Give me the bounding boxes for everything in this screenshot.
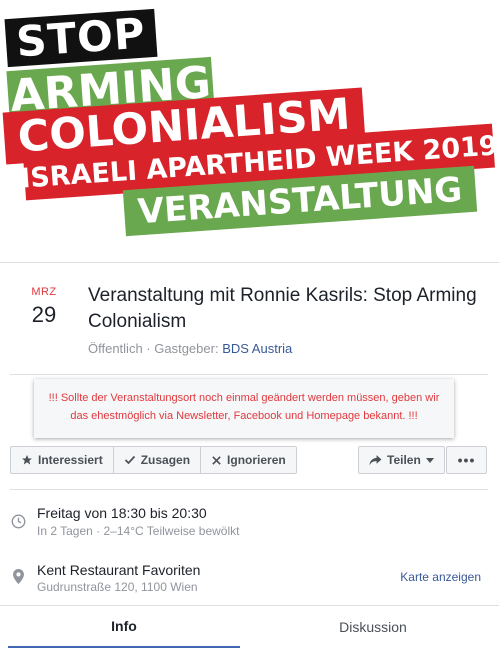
event-day: 29: [31, 302, 57, 327]
event-time-details: In 2 Tagen · 2–14°C Teilweise bewölkt: [37, 524, 240, 538]
meta-separator: ·: [142, 341, 155, 356]
event-notice: !!! Sollte der Veranstaltungsort noch ei…: [34, 379, 454, 438]
ignore-button[interactable]: Ignorieren: [201, 447, 296, 473]
interested-label: Interessiert: [38, 453, 103, 467]
divider: [10, 374, 488, 375]
event-visibility: Öffentlich: [88, 341, 143, 356]
divider: [0, 262, 499, 263]
event-meta: Öffentlich · Gastgeber: BDS Austria: [88, 341, 292, 356]
close-icon: [212, 455, 221, 465]
venue-name[interactable]: Kent Restaurant Favoriten: [37, 562, 200, 578]
going-label: Zusagen: [140, 453, 191, 467]
event-month: MRZ: [31, 286, 57, 298]
checkmark-icon: [124, 455, 135, 465]
venue-address: Gudrunstraße 120, 1100 Wien: [37, 580, 198, 594]
star-icon: [22, 455, 32, 465]
share-arrow-icon: [369, 455, 382, 466]
share-button[interactable]: Teilen: [358, 446, 445, 474]
event-title: Veranstaltung mit Ronnie Kasrils: Stop A…: [88, 285, 477, 332]
interested-button[interactable]: Interessiert: [11, 447, 114, 473]
ignore-label: Ignorieren: [227, 453, 286, 467]
chevron-down-icon: [425, 457, 434, 463]
host-label: Gastgeber:: [154, 341, 223, 356]
clock-icon: [11, 514, 26, 529]
tab-info[interactable]: Info: [8, 606, 240, 648]
event-time[interactable]: Freitag von 18:30 bis 20:30: [37, 505, 207, 521]
tab-discussion[interactable]: Diskussion: [250, 606, 496, 648]
show-map-link[interactable]: Karte anzeigen: [400, 570, 481, 584]
event-cover-image[interactable]: STOP ARMING COLONIALISM ISRAELI APARTHEI…: [0, 0, 499, 262]
divider: [10, 489, 488, 490]
share-label: Teilen: [387, 453, 421, 467]
going-button[interactable]: Zusagen: [114, 447, 202, 473]
host-link[interactable]: BDS Austria: [222, 341, 292, 356]
location-pin-icon: [13, 569, 24, 584]
event-date-badge: MRZ 29: [24, 286, 64, 328]
rsvp-button-group: Interessiert Zusagen Ignorieren: [10, 446, 297, 474]
banner-stop-text: STOP: [4, 9, 158, 68]
more-options-button[interactable]: •••: [446, 446, 487, 474]
